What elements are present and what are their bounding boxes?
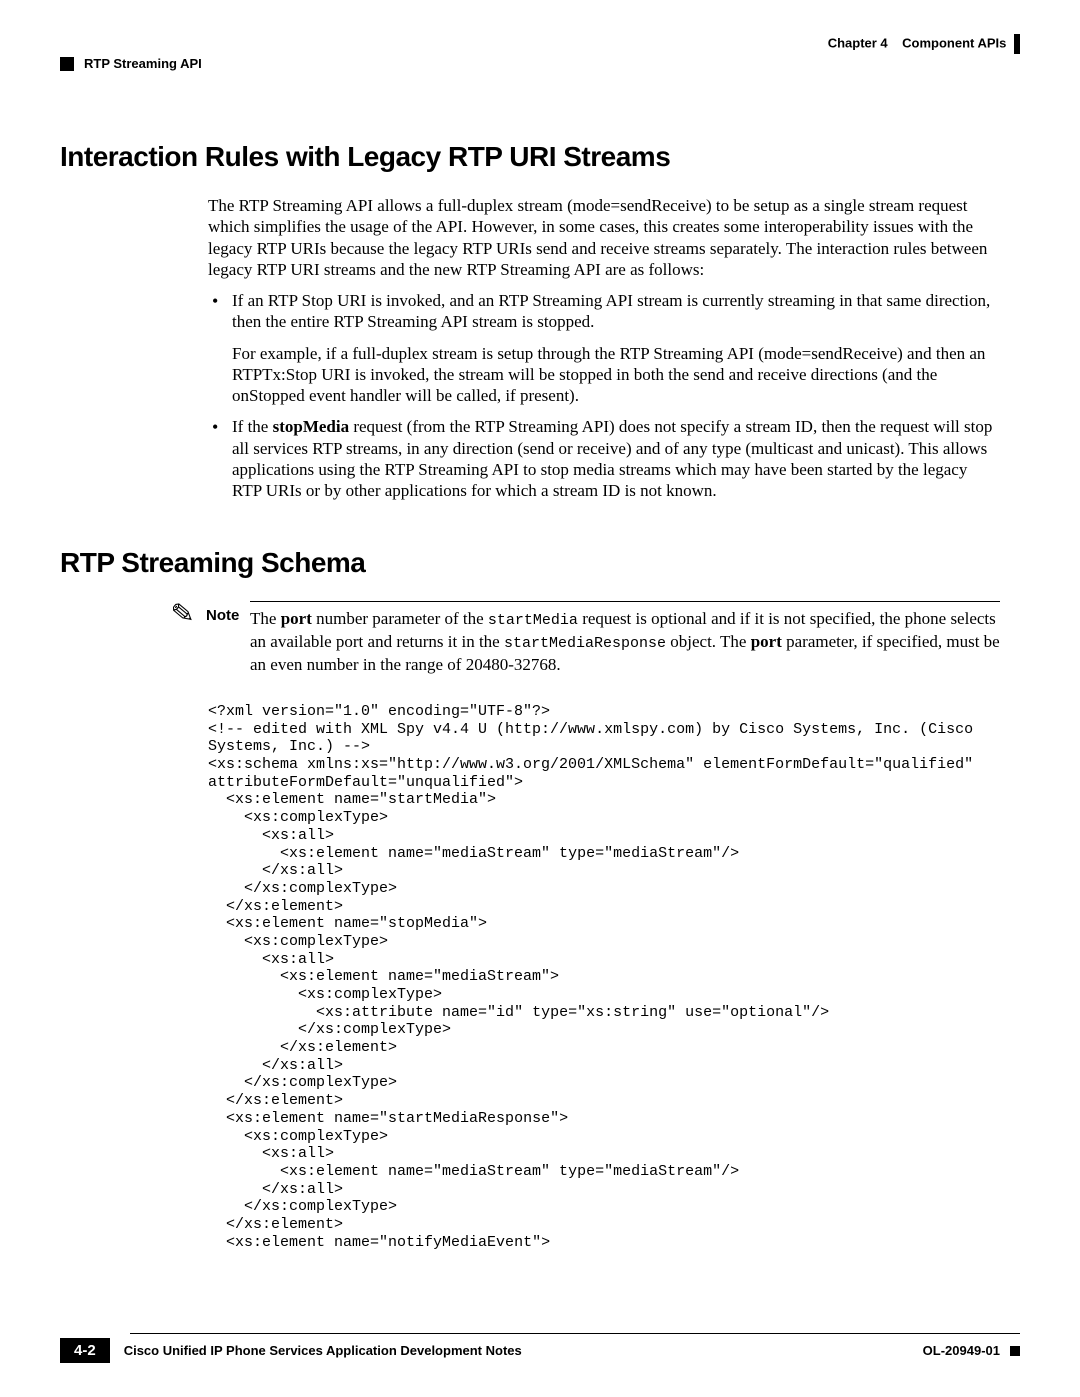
header-right: Chapter 4 Component APIs bbox=[60, 34, 1020, 54]
note-port1: port bbox=[281, 609, 312, 628]
bullet2-bold: stopMedia bbox=[273, 417, 350, 436]
note-code2: startMediaResponse bbox=[504, 635, 666, 652]
bullet2-pre: If the bbox=[232, 417, 273, 436]
header-end-marker bbox=[1014, 34, 1020, 54]
bullet1-text-a: If an RTP Stop URI is invoked, and an RT… bbox=[232, 291, 990, 331]
chapter-label: Chapter 4 bbox=[828, 35, 888, 50]
schema-code-block: <?xml version="1.0" encoding="UTF-8"?> <… bbox=[208, 703, 1000, 1251]
note-label: Note bbox=[206, 601, 250, 624]
footer-rule bbox=[130, 1333, 1020, 1334]
pencil-icon: ✎ bbox=[170, 600, 196, 630]
section1-intro: The RTP Streaming API allows a full-dupl… bbox=[208, 195, 1000, 280]
note-port2: port bbox=[751, 632, 782, 651]
note-body: The port number parameter of the startMe… bbox=[250, 601, 1000, 675]
section1-bullets: If an RTP Stop URI is invoked, and an RT… bbox=[208, 290, 1000, 501]
note-c: number parameter of the bbox=[312, 609, 488, 628]
chapter-title: Component APIs bbox=[902, 35, 1006, 50]
bullet-rtp-stop-uri: If an RTP Stop URI is invoked, and an RT… bbox=[208, 290, 1000, 406]
note-icon-wrap: ✎ bbox=[160, 601, 206, 629]
page-footer: 4-2 Cisco Unified IP Phone Services Appl… bbox=[60, 1333, 1020, 1363]
note-rule bbox=[250, 601, 1000, 602]
header-left-row: RTP Streaming API bbox=[60, 56, 1020, 71]
section1-body: The RTP Streaming API allows a full-dupl… bbox=[208, 195, 1000, 501]
note-a: The bbox=[250, 609, 281, 628]
header-left-title: RTP Streaming API bbox=[84, 56, 202, 71]
footer-doc-title: Cisco Unified IP Phone Services Applicat… bbox=[110, 1343, 923, 1358]
section-marker-icon bbox=[60, 57, 74, 71]
page-number-badge: 4-2 bbox=[60, 1338, 110, 1363]
section-heading-schema: RTP Streaming Schema bbox=[60, 547, 1020, 579]
footer-end-marker-icon bbox=[1010, 1346, 1020, 1356]
bullet1-text-b: For example, if a full-duplex stream is … bbox=[232, 343, 1000, 407]
footer-doc-id: OL-20949-01 bbox=[923, 1343, 1000, 1358]
note-e: object. The bbox=[666, 632, 751, 651]
note-code1: startMedia bbox=[488, 612, 578, 629]
section-heading-interaction-rules: Interaction Rules with Legacy RTP URI St… bbox=[60, 141, 1020, 173]
note-block: ✎ Note The port number parameter of the … bbox=[160, 601, 1000, 675]
bullet-stopmedia: If the stopMedia request (from the RTP S… bbox=[208, 416, 1000, 501]
note-text: The port number parameter of the startMe… bbox=[250, 608, 1000, 675]
